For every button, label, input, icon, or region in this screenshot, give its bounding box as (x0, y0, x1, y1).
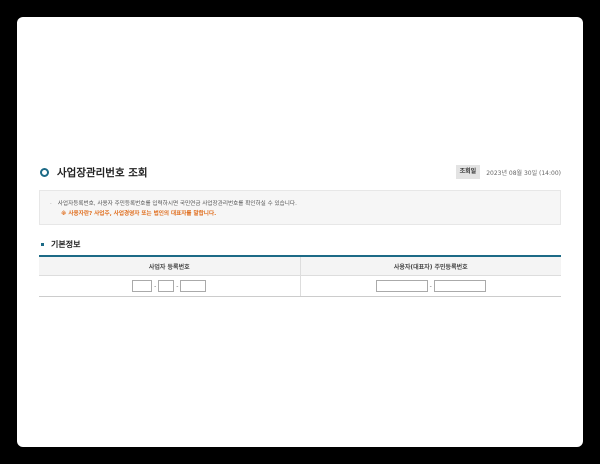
basic-info-table: 사업자 등록번호 사용자(대표자) 주민등록번호 - - - (39, 255, 561, 297)
bullet-icon: · (50, 201, 52, 207)
section-header: 기본정보 (39, 237, 80, 251)
table-row: - - - (39, 276, 561, 297)
resident-number-front-input[interactable] (375, 280, 428, 292)
business-number-part3-input[interactable] (180, 280, 207, 292)
business-number-part2-input[interactable] (158, 280, 175, 292)
lookup-date: 조회일 2023년 08월 30일 (14:00) (455, 165, 561, 179)
header-business-number: 사업자 등록번호 (148, 263, 190, 271)
notice-highlight: ※ 사용자란? 사업주, 사업경영자 또는 법인의 대표자를 말합니다. (61, 211, 217, 217)
resident-number-back-input[interactable] (433, 280, 486, 292)
header-resident-number: 사용자(대표자) 주민등록번호 (299, 257, 562, 275)
square-bullet-icon (41, 242, 44, 246)
date-value: 2023년 08월 30일 (14:00) (486, 169, 561, 177)
resident-number-cell: - (299, 276, 562, 296)
business-number-part1-input[interactable] (132, 280, 153, 292)
circle-bullet-icon (40, 168, 49, 177)
date-badge: 조회일 (455, 165, 481, 179)
table-header-row: 사업자 등록번호 사용자(대표자) 주민등록번호 (39, 257, 561, 276)
notice-box: · 사업자등록번호, 사용자 주민등록번호를 입력하시면 국민연금 사업장관리번호… (39, 190, 561, 225)
content-window: 사업장관리번호 조회 조회일 2023년 08월 30일 (14:00) · 사업… (17, 17, 583, 447)
notice-text: · 사업자등록번호, 사용자 주민등록번호를 입력하시면 국민연금 사업장관리번호… (50, 199, 297, 207)
dash-separator: - (154, 282, 157, 290)
notice-line1: 사업자등록번호, 사용자 주민등록번호를 입력하시면 국민연금 사업장관리번호를… (57, 201, 297, 207)
page-title: 사업장관리번호 조회 (57, 167, 148, 179)
business-number-cell: - - (39, 276, 300, 296)
section-title: 기본정보 (51, 239, 81, 249)
dash-separator: - (429, 282, 432, 290)
dash-separator: - (176, 282, 179, 290)
page-header: 사업장관리번호 조회 조회일 2023년 08월 30일 (14:00) (39, 164, 561, 184)
